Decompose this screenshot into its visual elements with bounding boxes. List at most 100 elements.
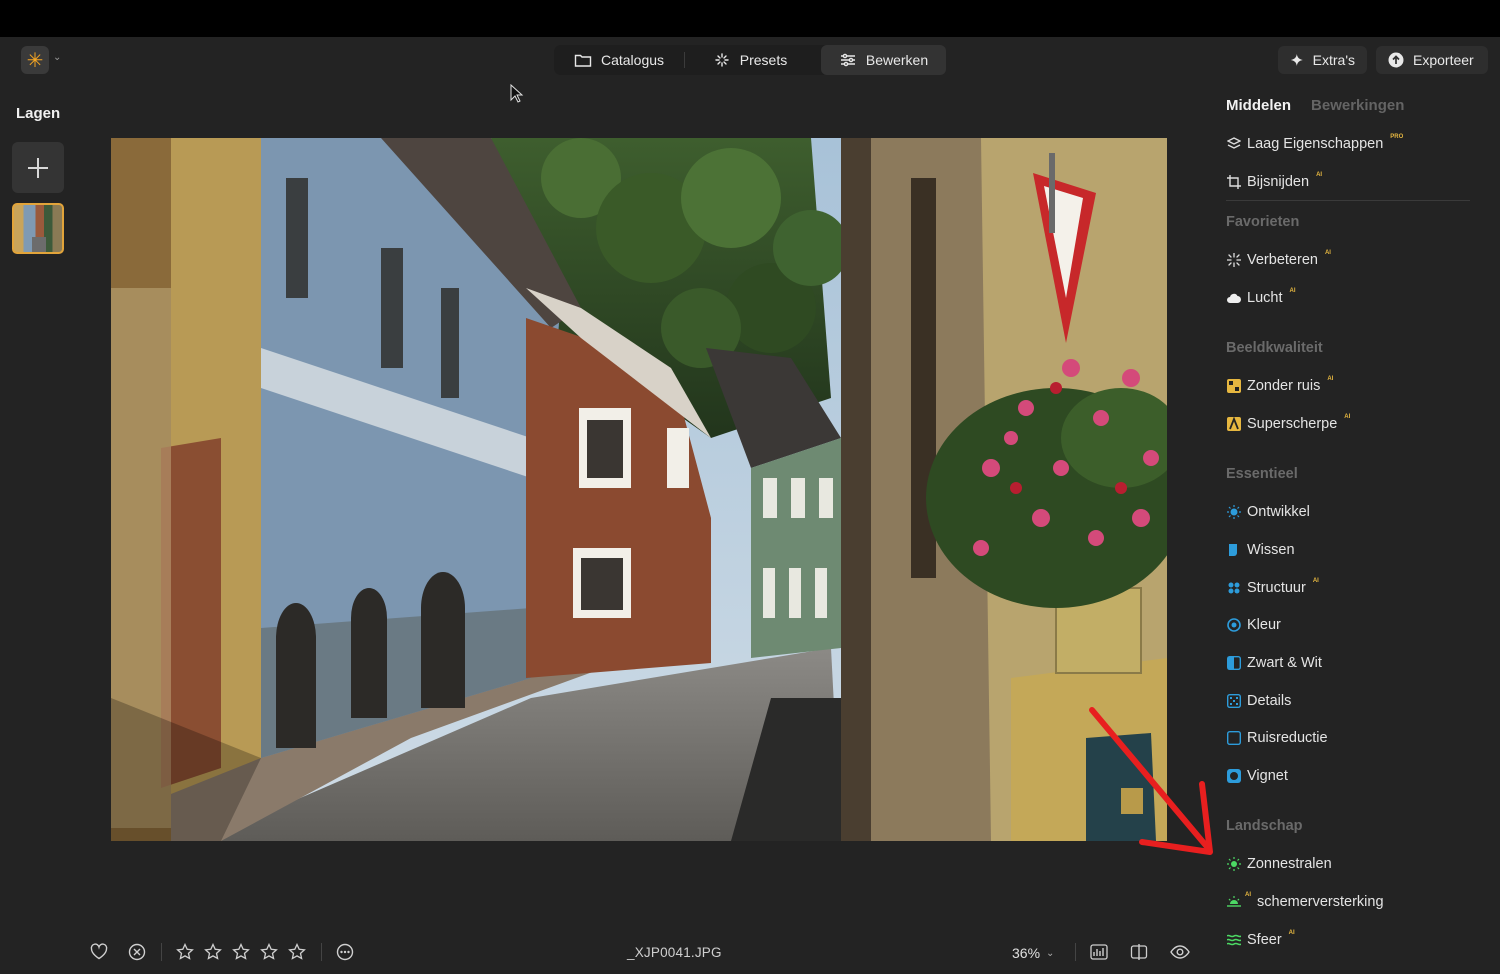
tool-details[interactable]: Details bbox=[1226, 691, 1291, 711]
export-button[interactable]: Exporteer bbox=[1376, 46, 1488, 74]
star-icon[interactable] bbox=[176, 943, 194, 961]
noise-reduction-icon bbox=[1226, 731, 1241, 746]
tab-bewerkingen[interactable]: Bewerkingen bbox=[1311, 97, 1404, 114]
cloud-icon bbox=[1226, 291, 1241, 306]
tool-schemerversterking[interactable]: AI schemerversterking bbox=[1226, 892, 1384, 912]
chevron-down-icon[interactable]: ⌄ bbox=[53, 52, 61, 63]
section-beeldkwaliteit: Beeldkwaliteit bbox=[1226, 340, 1323, 356]
tool-bijsnijden[interactable]: Bijsnijden AI bbox=[1226, 172, 1322, 192]
window-top-strip bbox=[0, 0, 1500, 37]
sharpen-icon bbox=[1226, 417, 1241, 432]
upload-icon bbox=[1388, 52, 1404, 68]
ai-badge: AI bbox=[1312, 578, 1319, 584]
ai-badge: AI bbox=[1289, 288, 1296, 294]
tool-label: Ruisreductie bbox=[1247, 730, 1328, 746]
histogram-icon[interactable] bbox=[1090, 943, 1108, 961]
tool-label: Vignet bbox=[1247, 768, 1288, 784]
tool-superscherpe[interactable]: Superscherpe AI bbox=[1226, 414, 1350, 434]
reject-icon[interactable] bbox=[128, 943, 146, 961]
tool-label: Ontwikkel bbox=[1247, 504, 1310, 520]
ai-badge: AI bbox=[1344, 414, 1351, 420]
pro-badge: PRO bbox=[1390, 134, 1404, 140]
tool-ruisreductie[interactable]: Ruisreductie bbox=[1226, 728, 1328, 748]
tool-label: Sfeer bbox=[1247, 932, 1282, 948]
tab-catalogus[interactable]: Catalogus bbox=[554, 45, 684, 75]
export-label: Exporteer bbox=[1413, 52, 1474, 68]
sliders-icon bbox=[840, 53, 855, 67]
plus-icon bbox=[28, 157, 48, 178]
photo-canvas[interactable] bbox=[111, 138, 1167, 841]
black-white-icon bbox=[1226, 656, 1241, 671]
tool-structuur[interactable]: Structuur AI bbox=[1226, 578, 1319, 598]
heart-icon[interactable] bbox=[90, 943, 108, 961]
structure-icon bbox=[1226, 581, 1241, 596]
toolbar-divider bbox=[321, 943, 322, 961]
sparkle-icon bbox=[1290, 54, 1303, 66]
ai-badge: AI bbox=[1324, 250, 1331, 256]
sunrays-icon bbox=[1226, 857, 1241, 872]
tool-label: Bijsnijden bbox=[1247, 174, 1310, 190]
tool-zwart-wit[interactable]: Zwart & Wit bbox=[1226, 653, 1322, 673]
tool-sfeer[interactable]: Sfeer AI bbox=[1226, 930, 1295, 950]
extras-button[interactable]: Extra's bbox=[1278, 46, 1367, 74]
toolbar-divider bbox=[161, 943, 162, 961]
compare-icon[interactable] bbox=[1130, 943, 1148, 961]
star-icon[interactable] bbox=[204, 943, 222, 961]
tool-label: Laag Eigenschappen bbox=[1247, 136, 1384, 152]
tool-vignet[interactable]: Vignet bbox=[1226, 766, 1288, 786]
tool-label: Zonnestralen bbox=[1247, 856, 1332, 872]
tool-wissen[interactable]: Wissen bbox=[1226, 540, 1295, 560]
ai-badge: AI bbox=[1327, 376, 1334, 382]
tool-label: Lucht bbox=[1247, 290, 1283, 306]
star-icon[interactable] bbox=[288, 943, 306, 961]
eraser-icon bbox=[1226, 543, 1241, 558]
layers-icon bbox=[1226, 137, 1241, 152]
eye-icon[interactable] bbox=[1170, 943, 1190, 961]
chevron-down-icon: ⌄ bbox=[1046, 947, 1055, 959]
tool-lucht[interactable]: Lucht AI bbox=[1226, 288, 1295, 308]
annotation-arrow-icon bbox=[1089, 707, 1213, 855]
tool-label: schemerversterking bbox=[1257, 894, 1384, 910]
tool-label: Wissen bbox=[1247, 542, 1295, 558]
denoise-icon bbox=[1226, 379, 1241, 394]
layer-thumbnail[interactable] bbox=[12, 203, 64, 254]
tab-middelen[interactable]: Middelen bbox=[1226, 97, 1291, 114]
mouse-cursor-icon bbox=[510, 84, 524, 103]
panel-divider bbox=[1226, 200, 1470, 201]
more-options-icon[interactable] bbox=[336, 943, 354, 961]
tool-label: Zonder ruis bbox=[1247, 378, 1321, 394]
ai-badge: AI bbox=[1288, 930, 1295, 936]
sparkle-icon bbox=[715, 53, 729, 67]
star-icon[interactable] bbox=[260, 943, 278, 961]
zoom-select[interactable]: 36% ⌄ bbox=[1012, 945, 1054, 961]
mode-tab-bar: Catalogus Presets Bewerken bbox=[554, 45, 946, 75]
tab-label: Presets bbox=[739, 52, 788, 68]
tool-label: Structuur bbox=[1247, 580, 1306, 596]
toolbar-divider bbox=[1075, 943, 1076, 961]
section-favorieten: Favorieten bbox=[1226, 214, 1300, 230]
add-layer-button[interactable] bbox=[12, 142, 64, 193]
tool-ontwikkel[interactable]: Ontwikkel bbox=[1226, 502, 1310, 522]
tool-kleur[interactable]: Kleur bbox=[1226, 615, 1281, 635]
atmosphere-icon bbox=[1226, 933, 1241, 948]
golden-hour-icon bbox=[1226, 895, 1241, 910]
ai-badge: AI bbox=[1245, 892, 1251, 898]
vignette-icon bbox=[1226, 769, 1241, 784]
tool-verbeteren[interactable]: Verbeteren AI bbox=[1226, 250, 1331, 270]
tool-laag-eigenschappen[interactable]: Laag Eigenschappen PRO bbox=[1226, 134, 1403, 154]
panel-tabs: Middelen Bewerkingen bbox=[1226, 97, 1404, 114]
enhance-sparkle-icon bbox=[1226, 253, 1241, 268]
app-logo-icon[interactable]: ✳ bbox=[21, 46, 49, 74]
tool-zonder-ruis[interactable]: Zonder ruis AI bbox=[1226, 376, 1333, 396]
extras-label: Extra's bbox=[1312, 52, 1355, 68]
tab-bewerken[interactable]: Bewerken bbox=[821, 45, 946, 75]
star-icon[interactable] bbox=[232, 943, 250, 961]
tab-label: Bewerken bbox=[865, 52, 929, 68]
file-name: _XJP0041.JPG bbox=[627, 945, 722, 960]
tab-presets[interactable]: Presets bbox=[685, 45, 815, 75]
zoom-value: 36% bbox=[1012, 945, 1041, 961]
tool-label: Superscherpe bbox=[1247, 416, 1338, 432]
color-icon bbox=[1226, 618, 1241, 633]
tool-zonnestralen[interactable]: Zonnestralen bbox=[1226, 854, 1332, 874]
folder-icon bbox=[574, 54, 592, 67]
